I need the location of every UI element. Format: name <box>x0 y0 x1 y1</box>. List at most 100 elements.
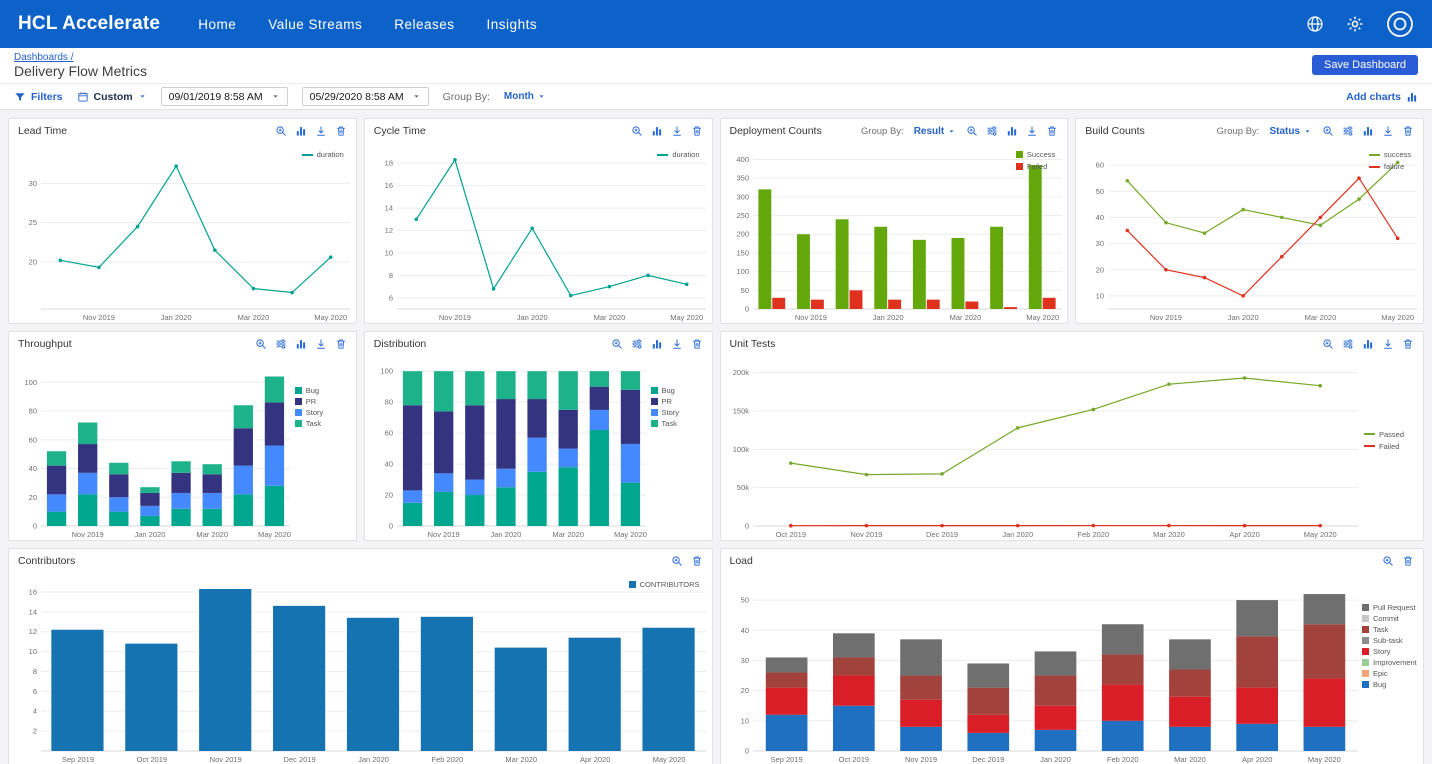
bar-chart-icon[interactable] <box>1006 125 1018 137</box>
chart-group-by-select[interactable]: Status <box>1269 126 1312 137</box>
legend-item-commit[interactable]: Commit <box>1362 614 1418 623</box>
sliders-icon[interactable] <box>275 338 287 350</box>
zoom-in-icon[interactable] <box>1322 338 1334 350</box>
legend-label: Failed <box>1379 441 1400 451</box>
download-icon[interactable] <box>1382 125 1394 137</box>
save-dashboard-button[interactable]: Save Dashboard <box>1312 55 1418 75</box>
legend-item-task[interactable]: Task <box>294 419 351 428</box>
trash-icon[interactable] <box>1402 555 1414 567</box>
legend-item-task[interactable]: Task <box>650 419 707 428</box>
zoom-in-icon[interactable] <box>275 125 287 137</box>
zoom-in-icon[interactable] <box>1382 555 1394 567</box>
trash-icon[interactable] <box>691 338 703 350</box>
legend-item-bug[interactable]: Bug <box>1362 680 1418 689</box>
legend-label: failure <box>1383 162 1405 171</box>
sliders-icon[interactable] <box>1342 125 1354 137</box>
sliders-icon[interactable] <box>631 338 643 350</box>
gear-icon[interactable] <box>1346 15 1364 33</box>
download-icon[interactable] <box>315 338 327 350</box>
breadcrumb-dashboards-link[interactable]: Dashboards / <box>14 52 147 63</box>
bar-chart-icon[interactable] <box>1362 125 1374 137</box>
zoom-in-icon[interactable] <box>255 338 267 350</box>
filters-toggle[interactable]: Filters <box>14 91 63 103</box>
date-range-type-select[interactable]: Custom <box>77 91 147 103</box>
svg-text:Nov 2019: Nov 2019 <box>427 530 459 539</box>
zoom-in-icon[interactable] <box>671 555 683 567</box>
trash-icon[interactable] <box>1046 125 1058 137</box>
chart-title: Lead Time <box>18 125 68 137</box>
avatar[interactable] <box>1386 10 1414 38</box>
bar-chart-icon[interactable] <box>295 125 307 137</box>
nav-value-streams[interactable]: Value Streams <box>268 17 362 32</box>
legend-item-story[interactable]: Story <box>1362 647 1418 656</box>
legend-item-story[interactable]: Story <box>294 408 351 417</box>
add-charts-button[interactable]: Add charts <box>1346 91 1418 103</box>
svg-text:Jan 2020: Jan 2020 <box>161 313 192 322</box>
legend-item-improvement[interactable]: Improvement <box>1362 658 1418 667</box>
trash-icon[interactable] <box>1402 338 1414 350</box>
chart-body: 10 20 30 40 50 60 Nov 2019 Jan 2020 Mar 2020 May … <box>1076 143 1423 323</box>
charts-grid: Lead Time 20 25 30 Nov 2019 Jan 2020 Mar 2020 M… <box>0 110 1432 764</box>
nav-home[interactable]: Home <box>198 17 236 32</box>
breadcrumb-bar: Dashboards / Delivery Flow Metrics Save … <box>0 48 1432 83</box>
zoom-in-icon[interactable] <box>966 125 978 137</box>
date-from-input[interactable]: 09/01/2019 8:58 AM <box>160 87 288 106</box>
svg-text:100k: 100k <box>732 445 749 454</box>
legend-item-failed[interactable]: Failed <box>1015 162 1055 171</box>
trash-icon[interactable] <box>335 338 347 350</box>
sliders-icon[interactable] <box>986 125 998 137</box>
trash-icon[interactable] <box>335 125 347 137</box>
download-icon[interactable] <box>315 125 327 137</box>
legend-item-bug[interactable]: Bug <box>650 386 707 395</box>
legend-item-pr[interactable]: PR <box>650 397 707 406</box>
group-by-select[interactable]: Month <box>504 91 546 102</box>
nav-releases[interactable]: Releases <box>394 17 454 32</box>
bar-chart-icon[interactable] <box>1362 338 1374 350</box>
date-to-input[interactable]: 05/29/2020 8:58 AM <box>301 87 429 106</box>
chart-group-by-select[interactable]: Result <box>914 126 957 137</box>
svg-text:30: 30 <box>1096 239 1104 248</box>
svg-text:Mar 2020: Mar 2020 <box>1305 313 1337 322</box>
legend-item-story[interactable]: Story <box>650 408 707 417</box>
trash-icon[interactable] <box>691 125 703 137</box>
legend-item-failed[interactable]: Failed <box>1364 442 1418 451</box>
legend-label: Task <box>661 419 677 428</box>
legend-item-contributors[interactable]: CONTRIBUTORS <box>628 580 700 589</box>
svg-text:Jan 2020: Jan 2020 <box>517 313 548 322</box>
download-icon[interactable] <box>671 125 683 137</box>
legend-item-duration[interactable]: duration <box>657 150 700 159</box>
zoom-in-icon[interactable] <box>631 125 643 137</box>
globe-icon[interactable] <box>1306 15 1324 33</box>
legend-item-epic[interactable]: Epic <box>1362 669 1418 678</box>
trash-icon[interactable] <box>691 555 703 567</box>
legend-item-sub-task[interactable]: Sub-task <box>1362 636 1418 645</box>
chart-toolbar <box>1382 555 1414 567</box>
legend-item-bug[interactable]: Bug <box>294 386 351 395</box>
legend-label: Task <box>305 419 322 428</box>
svg-text:Feb 2020: Feb 2020 <box>432 755 464 764</box>
download-icon[interactable] <box>1382 338 1394 350</box>
sliders-icon[interactable] <box>1342 338 1354 350</box>
legend-item-duration[interactable]: duration <box>301 150 344 159</box>
legend-label: Bug <box>305 386 320 395</box>
legend-item-pull-request[interactable]: Pull Request <box>1362 603 1418 612</box>
download-icon[interactable] <box>671 338 683 350</box>
bar-chart-icon[interactable] <box>651 338 663 350</box>
legend-item-success[interactable]: Success <box>1015 150 1055 159</box>
zoom-in-icon[interactable] <box>611 338 623 350</box>
zoom-in-icon[interactable] <box>1322 125 1334 137</box>
bar-chart-icon[interactable] <box>651 125 663 137</box>
legend-swatch <box>1362 681 1369 688</box>
nav-insights[interactable]: Insights <box>487 17 538 32</box>
legend-item-passed[interactable]: Passed <box>1364 430 1418 439</box>
legend-item-failure[interactable]: failure <box>1368 162 1411 171</box>
legend-item-task[interactable]: Task <box>1362 625 1418 634</box>
svg-text:Apr 2020: Apr 2020 <box>1229 530 1259 539</box>
download-icon[interactable] <box>1026 125 1038 137</box>
legend-item-pr[interactable]: PR <box>294 397 351 406</box>
trash-icon[interactable] <box>1402 125 1414 137</box>
bar-chart-icon[interactable] <box>295 338 307 350</box>
legend-item-success[interactable]: success <box>1368 150 1411 159</box>
chart-toolbar <box>1322 125 1414 137</box>
svg-text:Nov 2019: Nov 2019 <box>439 313 471 322</box>
